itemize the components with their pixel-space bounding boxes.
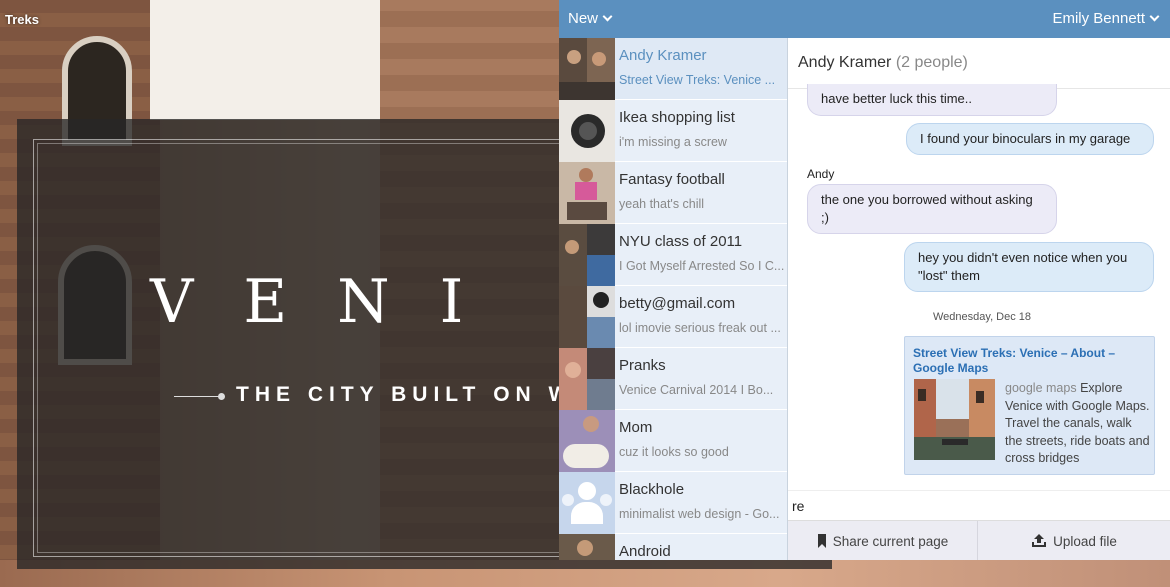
conversation-item-blackhole[interactable]: Blackhole minimalist web design - Go...	[559, 472, 787, 534]
avatar	[559, 162, 615, 224]
conversation-item-fantasy-football[interactable]: Fantasy football yeah that's chill	[559, 162, 787, 224]
message-bubble-incoming: have better luck this time..	[807, 84, 1057, 116]
conversation-view: Andy Kramer (2 people) have better luck …	[788, 38, 1170, 560]
conversation-name: betty@gmail.com	[619, 295, 736, 312]
bookmark-icon	[817, 534, 826, 548]
chat-topbar: New Emily Bennett	[559, 0, 1170, 38]
account-menu-button[interactable]: Emily Bennett	[1052, 10, 1160, 27]
user-name: Emily Bennett	[1052, 10, 1145, 27]
upload-file-button[interactable]: Upload file	[979, 521, 1169, 560]
conversation-list: Andy Kramer Street View Treks: Venice ..…	[559, 38, 788, 560]
participant-count: (2 people)	[895, 54, 968, 71]
avatar	[559, 472, 615, 534]
link-preview-source: google maps	[1005, 381, 1077, 395]
chevron-down-icon	[602, 11, 613, 22]
conversation-name: Ikea shopping list	[619, 109, 735, 126]
conversation-name: Android	[619, 543, 671, 560]
conversation-item-nyu-class[interactable]: NYU class of 2011 I Got Myself Arrested …	[559, 224, 787, 286]
conversation-item-ikea[interactable]: Ikea shopping list i'm missing a screw	[559, 100, 787, 162]
conversation-name: Fantasy football	[619, 171, 725, 188]
conversation-item-pranks[interactable]: Pranks Venice Carnival 2014 I Bo...	[559, 348, 787, 410]
conversation-snippet: Street View Treks: Venice ...	[619, 73, 776, 87]
conversation-item-andy-kramer[interactable]: Andy Kramer Street View Treks: Venice ..…	[559, 38, 787, 100]
message-bubble-outgoing: hey you didn't even notice when you "los…	[904, 242, 1154, 292]
composer-actions: Share current page Upload file	[788, 520, 1170, 560]
hero-title: VENI	[150, 267, 514, 337]
message-input[interactable]	[792, 495, 1162, 517]
composer	[788, 490, 1170, 520]
avatar	[559, 534, 615, 560]
subtitle-dot	[218, 393, 225, 400]
share-label: Share current page	[832, 533, 949, 549]
conversation-snippet: minimalist web design - Go...	[619, 507, 780, 521]
conversation-snippet: Venice Carnival 2014 I Bo...	[619, 383, 774, 397]
share-current-page-button[interactable]: Share current page	[788, 521, 978, 560]
subtitle-rule	[174, 396, 224, 397]
conversation-item-mom[interactable]: Mom cuz it looks so good	[559, 410, 787, 472]
upload-icon	[1032, 534, 1047, 547]
date-separator: Wednesday, Dec 18	[933, 311, 1032, 323]
link-preview-description: google maps Explore Venice with Google M…	[1005, 380, 1150, 468]
link-preview-thumbnail	[914, 379, 995, 460]
conversation-item-android[interactable]: Android	[559, 534, 787, 560]
new-menu-button[interactable]: New	[568, 10, 613, 27]
conversation-name: Mom	[619, 419, 653, 436]
link-preview-card[interactable]: Street View Treks: Venice – About – Goog…	[904, 336, 1155, 475]
avatar	[559, 410, 615, 472]
upload-label: Upload file	[1053, 533, 1117, 549]
conversation-item-betty[interactable]: betty@gmail.com lol imovie serious freak…	[559, 286, 787, 348]
avatar	[559, 286, 615, 348]
conversation-snippet: I Got Myself Arrested So I C...	[619, 259, 785, 273]
conversation-snippet: cuz it looks so good	[619, 445, 729, 459]
avatar	[559, 348, 615, 410]
conversation-title: Andy Kramer	[798, 54, 892, 71]
conversation-header: Andy Kramer (2 people)	[798, 54, 968, 72]
message-bubble-outgoing: I found your binoculars in my garage	[906, 123, 1154, 155]
avatar	[559, 100, 615, 162]
conversation-snippet: i'm missing a screw	[619, 135, 727, 149]
message-bubble-incoming: the one you borrowed without asking ;)	[807, 184, 1057, 234]
app-label: Treks	[5, 12, 39, 27]
chat-panel: New Emily Bennett Andy Kramer Street Vie…	[559, 0, 1170, 560]
new-label: New	[568, 10, 599, 27]
hero-subtitle: THE CITY BUILT ON WA	[236, 383, 595, 406]
chevron-down-icon	[1149, 11, 1160, 22]
conversation-name: Andy Kramer	[619, 47, 707, 64]
conversation-snippet: lol imovie serious freak out ...	[619, 321, 781, 335]
message-sender: Andy	[807, 167, 835, 181]
conversation-snippet: yeah that's chill	[619, 197, 705, 211]
conversation-name: Blackhole	[619, 481, 685, 498]
conversation-name: Pranks	[619, 357, 666, 374]
link-preview-title[interactable]: Street View Treks: Venice – About – Goog…	[913, 346, 1143, 376]
avatar	[559, 38, 615, 100]
conversation-name: NYU class of 2011	[619, 233, 743, 250]
avatar	[559, 224, 615, 286]
